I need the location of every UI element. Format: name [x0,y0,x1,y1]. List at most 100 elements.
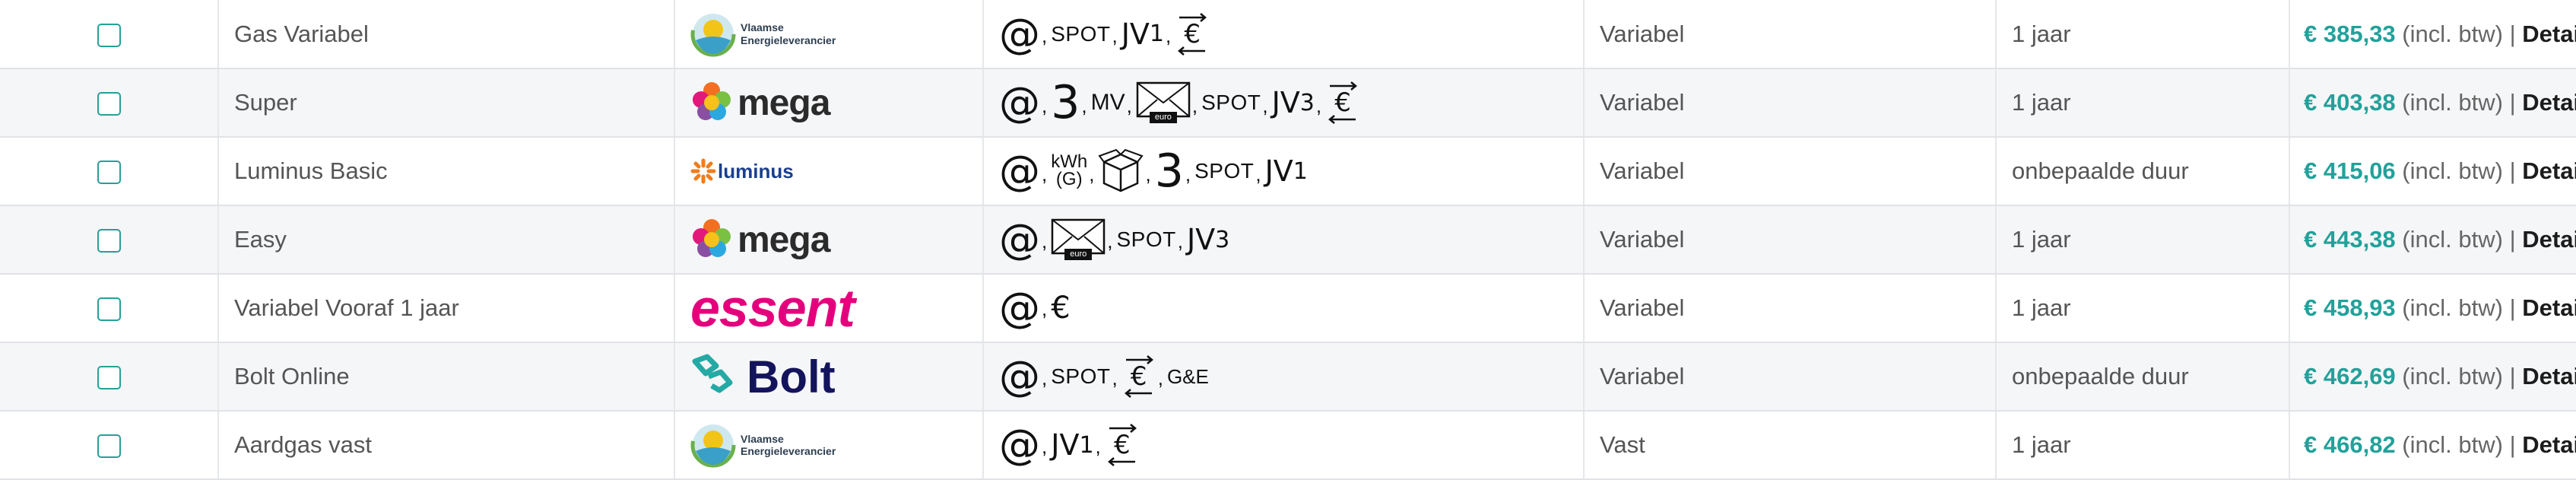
offer-row: Aardgas vast Vlaamse Energieleverancier @, J… [0,411,2576,480]
duration-cell: 1 jaar [1996,68,2290,138]
separator: | [2509,20,2516,47]
feature-icons: @, € [999,288,1583,329]
details-label[interactable]: Details [2522,157,2576,184]
kwh-gas-icon: kWh (G) [1051,153,1087,189]
select-cell [0,0,219,69]
tariff-type-cell: Variabel [1584,137,1997,206]
compare-checkbox[interactable] [97,366,121,390]
envelope-euro-icon: euro [1136,81,1191,124]
contract-duration: 1 jaar [2012,294,2071,321]
tariff-type-cell: Vast [1584,411,1997,480]
details-label[interactable]: Details [2522,226,2576,253]
details-label[interactable]: Details [2522,294,2576,321]
comma-separator: , [1177,230,1183,253]
product-name: Luminus Basic [234,157,388,184]
comma-separator: , [1157,367,1163,389]
comma-separator: , [1042,297,1048,320]
incl-vat-label: (incl. btw) [2402,226,2503,253]
comma-separator: , [1081,94,1087,117]
product-name-cell: Luminus Basic [218,137,675,206]
details-label[interactable]: Details [2522,21,2576,47]
details-link[interactable]: Details >> [2522,157,2576,184]
online-at-icon: @ [999,78,1040,126]
euro-arrows-icon: € [1121,355,1156,398]
euro-sign: € [1184,18,1201,49]
jv-1-icon: JV 1 [1121,17,1164,51]
details-label[interactable]: Details [2522,363,2576,389]
product-name-cell: Super [218,68,675,138]
comma-separator: , [1042,230,1048,253]
select-cell [0,68,219,138]
duration-cell: 1 jaar [1996,0,2290,69]
comma-separator: , [1191,94,1198,117]
comma-separator: , [1089,163,1095,186]
duration-cell: 1 jaar [1996,274,2290,343]
supplier-logo-cell: mega [674,68,984,138]
annual-price: € 403,38 [2304,89,2396,116]
details-label[interactable]: Details [2522,89,2576,116]
details-label[interactable]: Details [2522,431,2576,458]
mega-logo: mega [690,81,982,124]
compare-checkbox[interactable] [97,92,121,116]
incl-vat-label: (incl. btw) [2402,157,2503,184]
compare-checkbox[interactable] [97,23,121,47]
vlaamse-line2: Energieleverancier [741,445,836,457]
product-name-cell: Aardgas vast [218,411,675,480]
product-name: Gas Variabel [234,20,369,47]
euro-sign: € [1130,361,1147,392]
supplier-logo-cell: Vlaamse Energieleverancier [674,411,984,480]
jv-1-icon: JV 1 [1265,154,1308,188]
mv-label-icon: MV [1090,90,1125,115]
compare-checkbox[interactable] [97,434,121,459]
tariff-type: Variabel [1600,157,1685,184]
euro-arrows-icon: € [1105,424,1140,466]
feature-icons: @, JV 1, € [999,424,1583,466]
product-name: Super [234,89,297,116]
offer-row: Bolt Online Bolt @, SPOT, €, G&E Variabel onbep… [0,342,2576,412]
details-link[interactable]: Details >> [2522,89,2576,116]
compare-checkbox[interactable] [97,161,121,185]
supplier-logo-cell: essent [674,274,984,343]
offer-row: Luminus Basic luminus @, kWh (G),, 3, SPOT, JV 1… [0,137,2576,206]
spot-label-icon: SPOT [1116,227,1176,251]
jv-letters: JV [1186,223,1216,256]
product-features-cell: @, SPOT, JV 1, € [983,0,1585,69]
supplier-logo-cell: luminus [674,137,984,206]
jv-letters: JV [1121,17,1150,51]
comma-separator: , [1042,24,1048,47]
details-link[interactable]: Details >> [2522,226,2576,253]
product-features-cell: @, 3, MV, euro, SPOT, JV 3, € [983,68,1585,138]
tariff-type: Variabel [1600,226,1685,253]
annual-price: € 458,93 [2304,294,2396,321]
details-link[interactable]: Details >> [2522,294,2576,321]
online-at-icon: @ [999,215,1040,263]
incl-vat-label: (incl. btw) [2402,363,2503,389]
details-link[interactable]: Details >> [2522,363,2576,389]
select-cell [0,342,219,412]
product-name-cell: Easy [218,205,675,275]
vlaamse-logo: Vlaamse Energieleverancier [690,11,982,57]
incl-vat-label: (incl. btw) [2402,20,2503,47]
comma-separator: , [1042,435,1048,458]
package-box-icon [1098,148,1144,194]
offer-row: Easy mega @, euro, SPOT, JV 3 Variabel 1 jaar € 4… [0,205,2576,275]
spot-label-icon: SPOT [1051,21,1111,46]
supplier-logo-cell: Bolt [674,342,984,412]
spot-label-icon: SPOT [1051,364,1111,388]
annual-price: € 415,06 [2304,157,2396,184]
details-link[interactable]: Details >> [2522,431,2576,458]
compare-checkbox[interactable] [97,229,121,253]
jv-number: 1 [1079,431,1094,459]
compare-checkbox[interactable] [97,297,121,322]
comma-separator: , [1112,24,1118,47]
supplier-logo-cell: Vlaamse Energieleverancier [674,0,984,69]
tariff-type: Variabel [1600,20,1685,47]
details-link[interactable]: Details >> [2522,21,2576,47]
comma-separator: , [1262,94,1268,117]
jv-letters: JV [1051,428,1080,462]
select-cell [0,137,219,206]
spot-label-icon: SPOT [1194,159,1255,183]
comma-separator: , [1166,24,1172,47]
tariff-type-cell: Variabel [1584,68,1997,138]
contract-duration: onbepaalde duur [2012,363,2189,389]
